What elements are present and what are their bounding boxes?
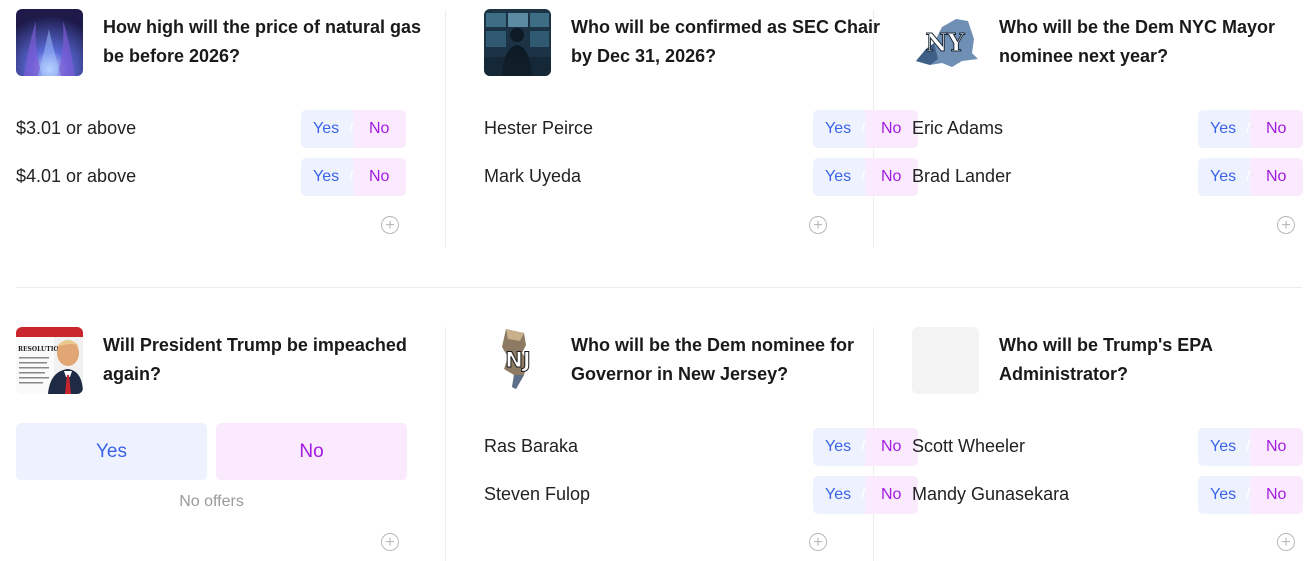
outcome-row: Hester Peirce Yes / No	[484, 110, 918, 148]
add-circle-icon[interactable]: +	[1277, 216, 1295, 234]
outcome-label: $3.01 or above	[16, 118, 137, 138]
row-divider	[16, 287, 1302, 288]
market-title[interactable]: Will President Trump be impeached again?	[103, 331, 433, 389]
yes-button[interactable]: Yes	[1210, 486, 1236, 504]
add-circle-icon[interactable]: +	[809, 533, 827, 551]
outcome-row: Mark Uyeda Yes / No	[484, 158, 918, 196]
add-circle-icon[interactable]: +	[381, 533, 399, 551]
no-button[interactable]: No	[881, 168, 901, 186]
outcome-row: Steven Fulop Yes / No	[484, 476, 918, 514]
yes-no-toggle: Yes / No	[301, 158, 406, 196]
market-card: Who will be Trump's EPA Administrator? S…	[912, 327, 1303, 561]
no-button[interactable]: No	[1266, 486, 1286, 504]
yes-button[interactable]: Yes	[313, 168, 339, 186]
outcome-row: Brad Lander Yes / No	[912, 158, 1303, 196]
yes-button[interactable]: Yes	[1210, 168, 1236, 186]
yes-button[interactable]: Yes	[825, 486, 851, 504]
no-button[interactable]: No	[369, 120, 389, 138]
yes-no-toggle: Yes / No	[301, 110, 406, 148]
outcome-row: Ras Baraka Yes / No	[484, 428, 918, 466]
market-title[interactable]: How high will the price of natural gas b…	[103, 13, 433, 71]
nj-label: NJ	[505, 348, 530, 372]
outcome-label: Hester Peirce	[484, 118, 594, 138]
outcome-row: Mandy Gunasekara Yes / No	[912, 476, 1303, 514]
ny-label: NY	[925, 28, 965, 57]
no-button[interactable]: No	[881, 438, 901, 456]
column-divider	[445, 10, 446, 247]
new-jersey-map-image[interactable]: NJ	[484, 327, 551, 394]
yes-button[interactable]: Yes	[1210, 120, 1236, 138]
outcome-label: Mandy Gunasekara	[912, 484, 1070, 504]
divider-slash: /	[349, 120, 354, 137]
divider-slash: /	[861, 168, 866, 185]
no-offers-text: No offers	[179, 493, 244, 510]
column-divider	[445, 327, 446, 561]
market-card: NY Who will be the Dem NYC Mayor nominee…	[912, 9, 1303, 244]
trump-resolution-image[interactable]: RESOLUTION	[16, 327, 83, 394]
outcome-row: Eric Adams Yes / No	[912, 110, 1303, 148]
divider-slash: /	[1246, 120, 1251, 137]
outcome-label: Ras Baraka	[484, 436, 579, 456]
add-circle-icon[interactable]: +	[1277, 533, 1295, 551]
yes-no-toggle: Yes / No	[813, 110, 918, 148]
no-button[interactable]: No	[881, 486, 901, 504]
market-title[interactable]: Who will be the Dem nominee for Governor…	[571, 331, 901, 389]
outcome-label: Eric Adams	[912, 118, 1004, 138]
outcome-label: Brad Lander	[912, 166, 1012, 186]
no-button[interactable]: No	[1266, 120, 1286, 138]
outcome-label: $4.01 or above	[16, 166, 137, 186]
blank-placeholder-image[interactable]	[912, 327, 979, 394]
new-york-map-image[interactable]: NY	[912, 9, 979, 76]
divider-slash: /	[349, 168, 354, 185]
yes-no-toggle: Yes / No	[813, 476, 918, 514]
divider-slash: /	[1246, 438, 1251, 455]
no-button[interactable]: No	[881, 120, 901, 138]
yes-no-toggle: Yes / No	[1198, 158, 1303, 196]
outcome-row: Scott Wheeler Yes / No	[912, 428, 1303, 466]
market-card: RESOLUTION Will President Trump be impea…	[16, 327, 407, 561]
market-card: How high will the price of natural gas b…	[16, 9, 421, 244]
market-card: Who will be confirmed as SEC Chair by De…	[484, 9, 918, 244]
yes-button[interactable]: Yes	[825, 438, 851, 456]
yes-button[interactable]: Yes	[16, 423, 207, 480]
outcome-label: Mark Uyeda	[484, 166, 582, 186]
gas-flame-image[interactable]	[16, 9, 83, 76]
market-card: NJ Who will be the Dem nominee for Gover…	[484, 327, 918, 561]
yes-no-toggle: Yes / No	[1198, 428, 1303, 466]
no-button[interactable]: No	[1266, 168, 1286, 186]
divider-slash: /	[861, 486, 866, 503]
add-circle-icon[interactable]: +	[381, 216, 399, 234]
yes-no-toggle: Yes / No	[813, 158, 918, 196]
yes-no-toggle: Yes / No	[1198, 110, 1303, 148]
yes-button[interactable]: Yes	[825, 168, 851, 186]
no-button[interactable]: No	[1266, 438, 1286, 456]
outcome-label: Scott Wheeler	[912, 436, 1026, 456]
yes-button[interactable]: Yes	[1210, 438, 1236, 456]
yes-button[interactable]: Yes	[313, 120, 339, 138]
market-title[interactable]: Who will be confirmed as SEC Chair by De…	[571, 13, 901, 71]
outcome-row: $4.01 or above Yes / No	[16, 158, 406, 196]
yes-button[interactable]: Yes	[825, 120, 851, 138]
no-button[interactable]: No	[216, 423, 407, 480]
divider-slash: /	[861, 438, 866, 455]
divider-slash: /	[1246, 168, 1251, 185]
yes-no-toggle: Yes / No	[813, 428, 918, 466]
market-title[interactable]: Who will be Trump's EPA Administrator?	[999, 331, 1311, 389]
add-circle-icon[interactable]: +	[809, 216, 827, 234]
no-button[interactable]: No	[369, 168, 389, 186]
outcome-row: $3.01 or above Yes / No	[16, 110, 406, 148]
yes-no-toggle: Yes / No	[1198, 476, 1303, 514]
trading-screens-image[interactable]	[484, 9, 551, 76]
outcome-label: Steven Fulop	[484, 484, 591, 504]
divider-slash: /	[1246, 486, 1251, 503]
divider-slash: /	[861, 120, 866, 137]
market-title[interactable]: Who will be the Dem NYC Mayor nominee ne…	[999, 13, 1311, 71]
